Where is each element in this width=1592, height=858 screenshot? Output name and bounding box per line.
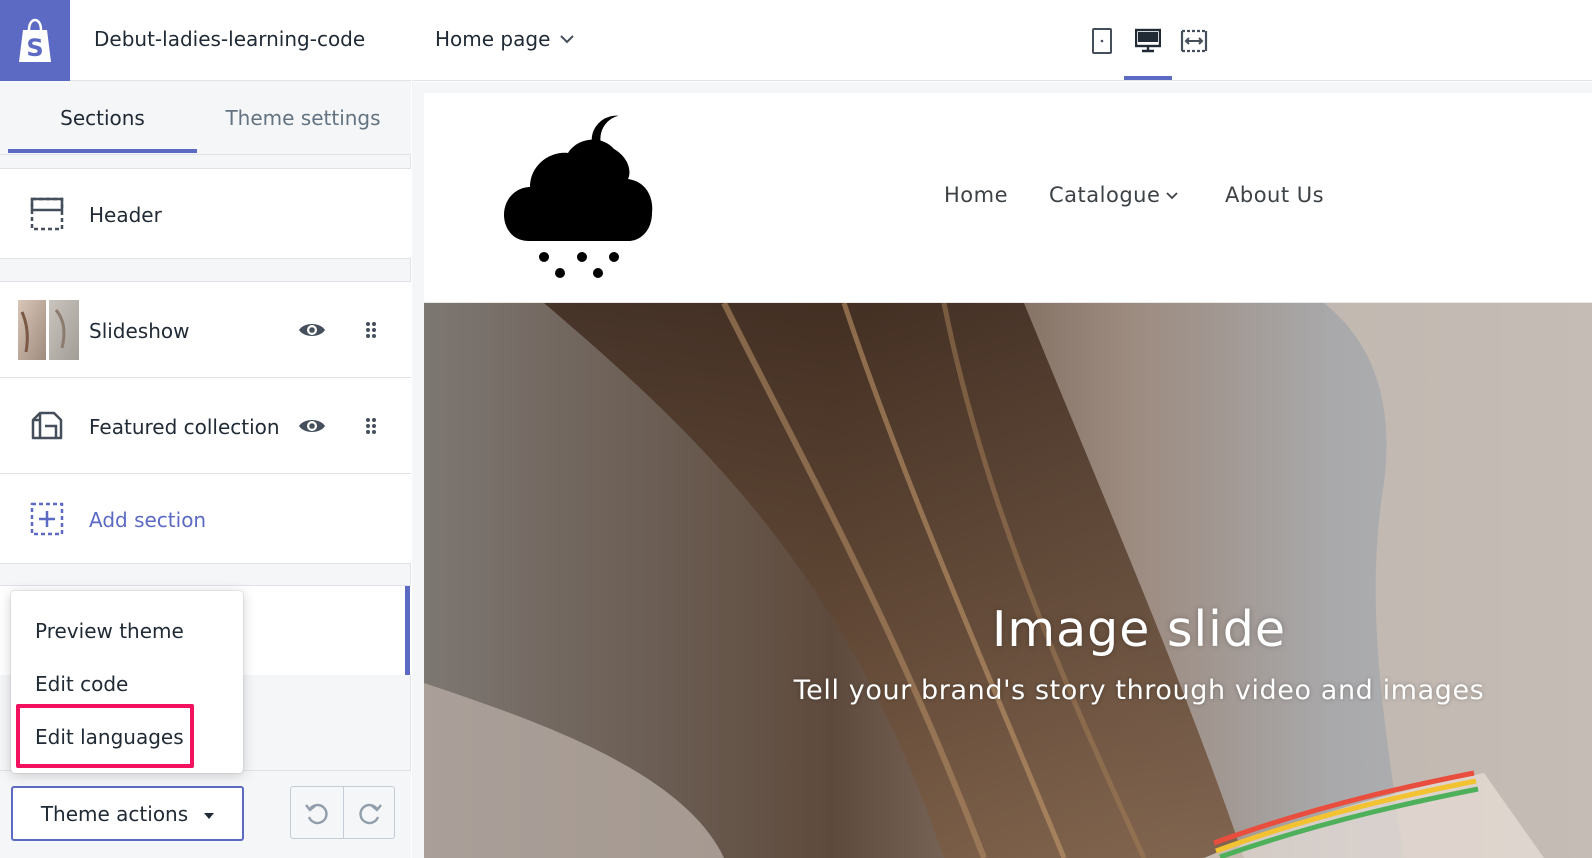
sidebar-tabs: Sections Theme settings: [0, 81, 411, 155]
highlight-box: [16, 704, 194, 768]
section-slideshow-label: Slideshow: [89, 319, 190, 343]
redo-button[interactable]: [344, 787, 396, 838]
fullwidth-icon[interactable]: [1180, 28, 1208, 54]
preview-toolbar: [412, 0, 1592, 81]
eye-icon[interactable]: [298, 320, 326, 340]
storefront-preview: Home Catalogue About Us Image slide Tell…: [424, 93, 1592, 858]
page-selector[interactable]: Home page: [435, 27, 575, 51]
tab-sections[interactable]: Sections: [0, 81, 205, 155]
store-header: Home Catalogue About Us: [424, 93, 1592, 303]
mobile-icon[interactable]: [1091, 28, 1113, 54]
add-section-icon: [30, 502, 64, 536]
section-item-slideshow[interactable]: Slideshow: [0, 281, 411, 378]
shopify-bag-icon: S: [19, 18, 51, 62]
undo-button[interactable]: [291, 787, 343, 838]
active-tab-indicator: [8, 149, 197, 153]
sidebar-top-bar: S Debut-ladies-learning-code: [0, 0, 411, 81]
hero-subtitle: Tell your brand's story through video an…: [793, 675, 1485, 706]
tab-theme-settings-label: Theme settings: [225, 106, 381, 130]
section-featured-label: Featured collection: [89, 415, 280, 439]
section-item-header[interactable]: Header: [0, 168, 411, 259]
redo-icon: [359, 803, 382, 824]
active-device-indicator: [1124, 76, 1172, 80]
eye-icon[interactable]: [298, 416, 326, 436]
caret-down-icon: [204, 812, 215, 819]
tab-sections-label: Sections: [60, 106, 145, 130]
shopify-logo[interactable]: S: [0, 0, 70, 81]
nav-link-catalogue[interactable]: Catalogue: [1049, 183, 1179, 207]
theme-actions-button[interactable]: Theme actions: [11, 786, 244, 841]
store-logo[interactable]: [504, 113, 656, 283]
store-name: Debut-ladies-learning-code: [94, 27, 366, 51]
hero-title: Image slide: [991, 601, 1287, 658]
drag-handle-icon[interactable]: [364, 417, 378, 435]
desktop-icon[interactable]: [1135, 28, 1161, 54]
drag-handle-icon[interactable]: [364, 321, 378, 339]
nav-link-home[interactable]: Home: [944, 183, 1008, 207]
chevron-down-icon: [560, 34, 575, 43]
nav-link-catalogue-label: Catalogue: [1049, 183, 1161, 207]
undo-redo-group: [290, 786, 395, 839]
undo-icon: [305, 803, 328, 824]
svg-text:S: S: [26, 34, 43, 62]
chevron-down-icon: [1166, 192, 1179, 200]
header-layout-icon: [30, 197, 64, 231]
slideshow-thumbnail: [18, 300, 79, 360]
slideshow-hero: Image slide Tell your brand's story thro…: [424, 303, 1592, 858]
tab-theme-settings[interactable]: Theme settings: [205, 81, 401, 155]
section-item-featured-collection[interactable]: Featured collection: [0, 377, 411, 474]
page-selector-label: Home page: [435, 27, 551, 51]
menu-item-edit-code[interactable]: Edit code: [35, 672, 128, 696]
menu-item-preview-theme[interactable]: Preview theme: [35, 619, 184, 643]
add-section-button[interactable]: Add section: [0, 473, 411, 564]
section-header-label: Header: [89, 203, 162, 227]
add-section-label: Add section: [89, 508, 207, 532]
theme-actions-label: Theme actions: [40, 801, 189, 826]
nav-link-about-us[interactable]: About Us: [1225, 183, 1324, 207]
theme-card-accent: [405, 586, 410, 675]
collection-icon: [31, 411, 63, 440]
hero-background-image: [424, 303, 1592, 858]
